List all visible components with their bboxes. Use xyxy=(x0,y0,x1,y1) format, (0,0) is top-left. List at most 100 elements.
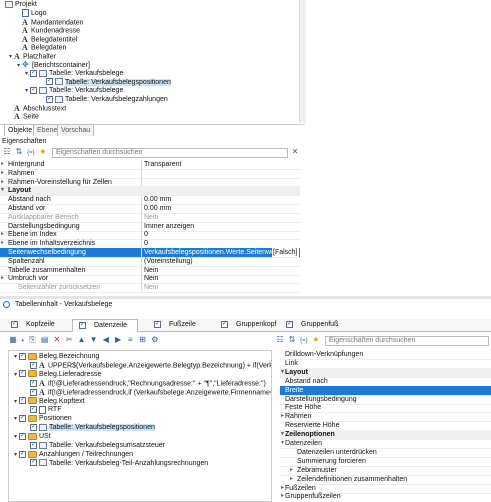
expand-toggle-icon[interactable]: ▾ xyxy=(7,53,14,62)
insert-icon[interactable]: ▦ xyxy=(8,335,18,345)
expand-toggle-icon[interactable]: ▾ xyxy=(12,433,19,442)
delete-icon[interactable]: ✕ xyxy=(52,335,62,345)
formula-icon[interactable]: {=} xyxy=(26,148,36,158)
tab-checkbox[interactable]: ✓ xyxy=(286,320,293,328)
categorized-icon[interactable]: ☷ xyxy=(2,147,12,157)
expand-toggle-icon[interactable]: ▾ xyxy=(23,87,30,96)
tab-vorschau[interactable]: Vorschau xyxy=(57,124,95,136)
property-value[interactable]: Immer anzeigen xyxy=(144,222,194,231)
node-checkbox[interactable]: ✓ xyxy=(30,379,37,387)
folder-node[interactable]: ▾ ✓ Beleg.Lieferadresse xyxy=(12,370,101,379)
property-value[interactable]: Nein xyxy=(144,266,158,275)
tab-checkbox[interactable]: ✓ xyxy=(11,320,18,328)
dlg-formula-icon[interactable]: {=} xyxy=(299,336,309,346)
expand-toggle-icon[interactable]: ▾ xyxy=(12,415,19,424)
property-value-extra[interactable]: [Falsch] xyxy=(272,248,299,257)
node-checkbox[interactable]: ✓ xyxy=(30,361,37,369)
expand-toggle-icon[interactable]: ▾ xyxy=(15,62,22,71)
tree-scrollbar[interactable] xyxy=(299,0,306,123)
property-value[interactable]: 0.00 mm xyxy=(144,195,171,204)
property-expand-icon[interactable]: ▸ xyxy=(281,492,284,500)
property-value[interactable]: Verkaufsbelegspositionen.Werte.Seitenwec… xyxy=(144,248,291,257)
node-checkbox[interactable]: ✓ xyxy=(30,459,37,467)
cut-icon[interactable]: ✂ xyxy=(64,335,74,345)
move-right-icon[interactable]: ▶ xyxy=(113,335,123,345)
content-node[interactable]: ✓ RTF xyxy=(23,405,61,414)
split-icon[interactable]: ⊞ xyxy=(138,335,148,345)
expand-toggle-icon[interactable]: ▾ xyxy=(12,353,19,362)
tab-gruppenfuss[interactable]: ✓ Gruppenfuß xyxy=(280,319,344,331)
move-down-icon[interactable]: ▼ xyxy=(89,335,99,345)
tab-checkbox[interactable]: ✓ xyxy=(154,320,161,328)
property-value[interactable]: 0.00 mm xyxy=(144,204,171,213)
favorite-icon[interactable]: ★ xyxy=(38,147,48,157)
move-up-icon[interactable]: ▲ xyxy=(76,335,86,345)
property-expand-icon[interactable]: ▸ xyxy=(281,484,284,493)
property-expand-icon[interactable]: ▸ xyxy=(281,412,284,421)
node-checkbox[interactable]: ✓ xyxy=(19,370,26,378)
expand-toggle-icon[interactable]: ▾ xyxy=(12,371,19,380)
tab-kopfzeile[interactable]: ✓ Kopfzeile xyxy=(5,319,69,331)
expand-toggle-icon[interactable]: ▾ xyxy=(23,70,30,79)
property-value[interactable]: (Voreinstellung) xyxy=(144,257,193,266)
property-row[interactable]: Seitenzähler zurücksetzen Nein xyxy=(0,283,300,294)
property-expand-icon[interactable]: ▸ xyxy=(1,239,4,248)
property-expand-icon[interactable]: ▸ xyxy=(1,230,4,239)
folder-node[interactable]: ▾ ✓ Anzahlungen / Teilrechnungen xyxy=(12,450,133,459)
folder-node[interactable]: ▾ ✓ USt xyxy=(12,432,51,441)
settings-icon[interactable]: ⚙ xyxy=(150,335,160,345)
property-value[interactable]: 0 xyxy=(144,239,148,248)
visibility-checkbox[interactable]: ✓ xyxy=(30,69,37,77)
node-checkbox[interactable]: ✓ xyxy=(19,352,26,360)
property-expand-icon[interactable]: ▸ xyxy=(290,466,293,475)
expand-toggle-icon[interactable]: ▾ xyxy=(12,398,19,407)
node-checkbox[interactable]: ✓ xyxy=(19,414,26,422)
tab-objekte[interactable]: Objekte xyxy=(4,124,37,136)
property-value[interactable]: 0 xyxy=(144,230,148,239)
tab-checkbox[interactable]: ✓ xyxy=(221,320,228,328)
dlg-favorite-icon[interactable]: ★ xyxy=(311,335,321,345)
node-checkbox[interactable]: ✓ xyxy=(19,432,26,440)
property-expand-icon[interactable]: ▾ xyxy=(281,439,284,448)
property-row[interactable]: ▸ Gruppenfußzeilen xyxy=(280,492,491,500)
property-value[interactable]: Transparent xyxy=(144,160,181,169)
sort-az-icon[interactable]: ⇅ xyxy=(14,147,24,157)
content-node[interactable]: ✓ Tabelle: Verkaufsbelegsumsatzsteuer xyxy=(23,441,165,450)
content-node[interactable]: ✓ Aif(!@Lieferadressendruck,if (Verkaufsb… xyxy=(23,388,271,397)
property-expand-icon[interactable]: ▸ xyxy=(1,178,4,187)
node-checkbox[interactable]: ✓ xyxy=(30,406,37,414)
tab-fusszeile[interactable]: ✓ Fußzeile xyxy=(148,319,212,331)
copy-icon[interactable]: ⎘ xyxy=(27,335,37,345)
property-value[interactable]: Nein xyxy=(144,213,158,222)
visibility-checkbox[interactable]: ✓ xyxy=(46,78,53,86)
property-expand-icon[interactable]: ▸ xyxy=(1,274,4,283)
properties-search-input[interactable]: Eigenschaften durchsuchen xyxy=(52,148,288,158)
paste-icon[interactable]: ▤ xyxy=(40,335,50,345)
tab-gruppenkopf[interactable]: ✓ Gruppenkopf xyxy=(215,319,279,331)
content-node[interactable]: ✓ Tabelle: Verkaufsbeleg-Teil-Anzahlungsr… xyxy=(23,459,208,468)
content-node[interactable]: ✓ Tabelle: Verkaufsbelegspositionen xyxy=(23,423,155,432)
expand-toggle-icon[interactable]: ▾ xyxy=(12,451,19,460)
insert-dropdown-icon[interactable]: ▾ xyxy=(20,336,25,346)
property-expand-icon[interactable]: ▸ xyxy=(1,160,4,169)
node-checkbox[interactable]: ✓ xyxy=(19,397,26,405)
property-expand-icon[interactable]: ▾ xyxy=(281,430,284,439)
content-node[interactable]: ✓ Aif(!@Lieferadressendruck,"Rechnungsadr… xyxy=(23,379,266,388)
tab-checkbox[interactable]: ✓ xyxy=(79,321,86,329)
more-icon[interactable]: ≡ xyxy=(125,335,135,345)
node-checkbox[interactable]: ✓ xyxy=(19,450,26,458)
node-checkbox[interactable]: ✓ xyxy=(30,423,37,431)
tree-root[interactable]: Projekt xyxy=(5,0,37,9)
visibility-checkbox[interactable]: ✓ xyxy=(46,95,53,103)
tab-datenzeile[interactable]: ✓ Datenzeile xyxy=(72,319,138,332)
dialog-properties-search-input[interactable]: Eigenschaften durchsuchen xyxy=(325,336,489,346)
folder-node[interactable]: ▾ ✓ Positionen xyxy=(12,414,72,423)
property-expand-icon[interactable]: ▸ xyxy=(290,475,293,484)
visibility-checkbox[interactable]: ✓ xyxy=(30,87,37,95)
node-checkbox[interactable]: ✓ xyxy=(30,388,37,396)
property-expand-icon[interactable]: ▸ xyxy=(1,169,4,178)
folder-node[interactable]: ▾ ✓ Beleg.Bezeichnung xyxy=(12,352,99,361)
content-node[interactable]: ✓ A UPPER$(Verkaufsbelege.Anzeigewerte.Bel… xyxy=(23,361,271,370)
property-value[interactable]: Nein xyxy=(144,274,158,283)
dlg-sort-az-icon[interactable]: ⇅ xyxy=(287,335,297,345)
